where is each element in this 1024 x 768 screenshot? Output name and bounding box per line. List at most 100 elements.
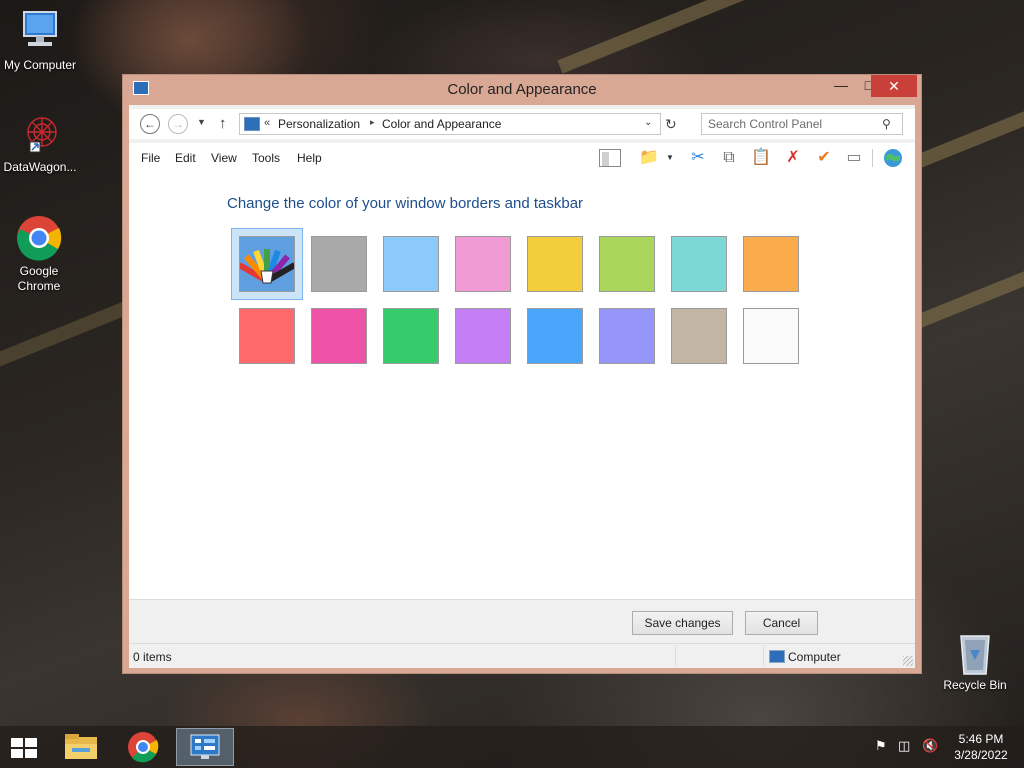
color-swatch-taupe[interactable] [663, 300, 735, 372]
layout-icon[interactable] [597, 147, 621, 169]
minimize-button[interactable]: — [827, 75, 855, 97]
color-swatch-periwinkle[interactable] [591, 300, 663, 372]
color-swatch-fill [527, 308, 583, 364]
breadcrumb-overflow[interactable]: « [264, 117, 270, 129]
color-swatch-purple[interactable] [447, 300, 519, 372]
color-swatch-automatic[interactable] [231, 228, 303, 300]
control-panel-icon [190, 734, 220, 759]
status-divider [675, 645, 676, 667]
status-bar: 0 items Computer [129, 643, 915, 668]
paste-icon[interactable]: 📋 [749, 147, 773, 169]
system-clock[interactable]: 5:46 PM 3/28/2022 [948, 731, 1014, 763]
cut-icon[interactable]: ✂ [686, 147, 710, 169]
back-arrow-icon[interactable]: ← [140, 114, 160, 134]
color-swatch-fill [383, 308, 439, 364]
taskbar-file-explorer[interactable] [52, 728, 110, 766]
color-swatch-fill [671, 308, 727, 364]
computer-zone-icon [769, 650, 785, 663]
copy-icon[interactable]: ⧉ [717, 147, 741, 169]
desktop-icon-label: Google Chrome [17, 264, 61, 293]
desktop-icon-recycle-bin[interactable]: Recycle Bin [935, 628, 1015, 693]
color-swatch-fill [311, 236, 367, 292]
color-swatch-orange[interactable] [735, 228, 807, 300]
color-swatch-fill [671, 236, 727, 292]
folder-dropdown-icon[interactable]: ▼ [666, 153, 674, 162]
address-bar[interactable]: « Personalization ▸ Color and Appearance… [239, 113, 661, 135]
menu-edit[interactable]: Edit [175, 151, 196, 165]
color-swatch-fill [743, 236, 799, 292]
search-icon[interactable]: ⚲ [882, 117, 891, 131]
check-icon[interactable]: ✔ [812, 147, 836, 169]
desktop-icon-my-computer[interactable]: My Computer [0, 8, 80, 73]
breadcrumb-personalization[interactable]: Personalization [278, 117, 360, 131]
control-panel-window: Color and Appearance — □ ✕ ← → ▼ ↑ « Per… [122, 74, 922, 674]
up-arrow-icon[interactable]: ↑ [219, 115, 227, 132]
cancel-button[interactable]: Cancel [745, 611, 818, 635]
recent-locations-dropdown-icon[interactable]: ▼ [197, 117, 206, 127]
menu-file[interactable]: File [141, 151, 160, 165]
navigation-bar: ← → ▼ ↑ « Personalization ▸ Color and Ap… [129, 109, 915, 139]
taskbar-control-panel[interactable] [176, 728, 234, 766]
color-swatch-fill [311, 308, 367, 364]
window-client-area: ← → ▼ ↑ « Personalization ▸ Color and Ap… [129, 105, 915, 668]
dialog-footer: Save changes Cancel [129, 599, 915, 643]
status-zone-label: Computer [788, 650, 841, 664]
color-swatch-blue[interactable] [519, 300, 591, 372]
desktop-icon-google-chrome[interactable]: Google Chrome [0, 214, 79, 294]
color-swatch-fill [599, 236, 655, 292]
desktop-icon-label: Recycle Bin [943, 678, 1007, 692]
delete-icon[interactable]: ✗ [781, 147, 805, 169]
menu-view[interactable]: View [211, 151, 237, 165]
refresh-icon[interactable]: ↻ [665, 116, 677, 133]
folder-check-icon[interactable]: 📁 [637, 147, 661, 169]
save-changes-button[interactable]: Save changes [632, 611, 733, 635]
window-titlebar[interactable]: Color and Appearance — □ ✕ [123, 75, 921, 105]
color-swatch-fill [383, 236, 439, 292]
menu-tools[interactable]: Tools [252, 151, 280, 165]
computer-icon [16, 8, 64, 56]
desktop-icon-label: My Computer [3, 58, 77, 72]
breadcrumb-color-and-appearance[interactable]: Color and Appearance [382, 117, 501, 131]
color-swatch-pink[interactable] [447, 228, 519, 300]
color-swatch-red[interactable] [231, 300, 303, 372]
color-swatch-teal[interactable] [663, 228, 735, 300]
action-center-flag-icon[interactable]: ⚑ [875, 738, 887, 754]
menu-help[interactable]: Help [297, 151, 322, 165]
datawagon-icon [16, 110, 64, 158]
color-swatch-fill [239, 308, 295, 364]
network-icon[interactable]: ◫ [898, 738, 910, 754]
recycle-bin-icon [951, 628, 999, 676]
chrome-icon [15, 214, 63, 262]
file-explorer-icon [65, 734, 97, 759]
color-swatch-fill [743, 308, 799, 364]
clock-time: 5:46 PM [958, 732, 1004, 746]
color-swatch-green[interactable] [375, 300, 447, 372]
color-swatch-magenta[interactable] [303, 300, 375, 372]
status-divider [763, 645, 764, 667]
properties-icon[interactable]: ▭ [842, 147, 866, 169]
address-dropdown-icon[interactable]: ⌄ [644, 117, 652, 128]
color-swatch-light-blue[interactable] [375, 228, 447, 300]
content-pane: Change the color of your window borders … [129, 173, 915, 599]
search-input[interactable] [708, 116, 878, 132]
forward-arrow-icon[interactable]: → [168, 114, 188, 134]
close-button[interactable]: ✕ [871, 75, 917, 97]
color-swatch-gray[interactable] [303, 228, 375, 300]
taskbar-chrome[interactable] [114, 728, 172, 766]
color-swatch-white[interactable] [735, 300, 807, 372]
volume-muted-icon[interactable]: 🔇 [922, 738, 938, 754]
item-count: 0 items [133, 650, 172, 664]
menu-toolbar-row: File Edit View Tools Help 📁 ▼ ✂ ⧉ 📋 ✗ ✔ … [129, 143, 915, 173]
desktop-icon-datawagon[interactable]: DataWagon... [0, 110, 80, 175]
breadcrumb-separator-icon[interactable]: ▸ [370, 117, 375, 128]
resize-grip-icon[interactable] [903, 656, 913, 666]
chrome-icon [128, 732, 159, 763]
start-button[interactable] [0, 728, 48, 766]
window-title: Color and Appearance [447, 81, 597, 98]
color-swatch-lime[interactable] [591, 228, 663, 300]
color-swatch-yellow[interactable] [519, 228, 591, 300]
desktop-icon-label: DataWagon... [3, 160, 77, 174]
toolbar-divider [872, 149, 873, 167]
earth-icon[interactable] [881, 147, 905, 169]
search-box[interactable]: ⚲ [701, 113, 903, 135]
